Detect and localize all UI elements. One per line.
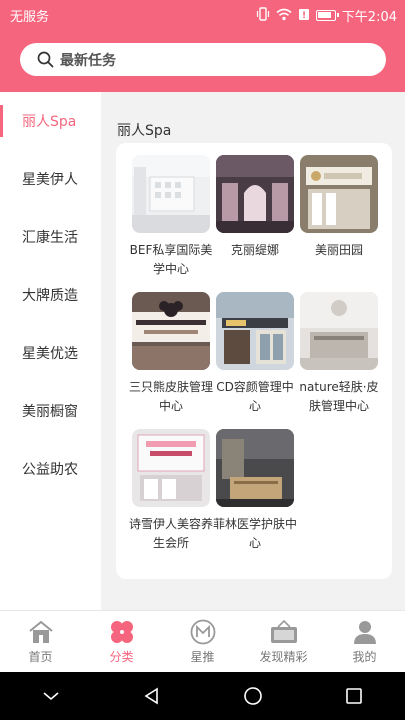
shop-name: 三只熊皮肤管理中心: [129, 380, 214, 413]
home-icon: [28, 620, 53, 643]
sidebar-item-xingmei-select[interactable]: 星美优选: [0, 324, 101, 382]
bottom-nav: 首页 分类 星推 发现精彩 我的: [0, 610, 405, 672]
sidebar-item-charity-farm[interactable]: 公益助农: [0, 440, 101, 498]
wifi-icon: [276, 8, 292, 24]
system-nav-bar: [0, 672, 405, 720]
search-placeholder: 最新任务: [60, 52, 116, 69]
shop-thumbnail: [132, 429, 210, 507]
shop-grid: BEF私享国际美学中心 克丽缇娜 美丽田园 三只熊皮肤管理中心 CD容颜管理中心…: [129, 155, 379, 553]
shop-thumbnail: [132, 292, 210, 370]
carrier-text: 无服务: [10, 10, 50, 25]
sidebar-item-label: 星美优选: [22, 346, 78, 362]
hide-keyboard-icon[interactable]: [41, 690, 61, 702]
sidebar-item-huikang-life[interactable]: 汇康生活: [0, 208, 101, 266]
category-sidebar: 丽人Spa 星美伊人 汇康生活 大牌质造 星美优选 美丽橱窗 公益助农: [0, 92, 101, 610]
nav-category[interactable]: 分类: [81, 611, 162, 672]
nav-label: 我的: [352, 650, 377, 664]
nav-home[interactable]: 首页: [0, 611, 81, 672]
vibrate-icon: [256, 7, 270, 24]
sidebar-item-xingmei-yiren[interactable]: 星美伊人: [0, 150, 101, 208]
shop-item[interactable]: 克丽缇娜: [213, 155, 297, 279]
search-icon: [37, 51, 54, 68]
shop-name: nature轻肤·皮肤管理中心: [299, 380, 379, 413]
shop-item[interactable]: BEF私享国际美学中心: [129, 155, 213, 279]
shop-item[interactable]: 三只熊皮肤管理中心: [129, 292, 213, 416]
shop-item[interactable]: 菲林医学护肤中心: [213, 429, 297, 553]
status-icons: ! 下午2:04: [256, 6, 397, 25]
category-content: 丽人Spa BEF私享国际美学中心 克丽缇娜 美丽田园 三只熊皮肤管理中心 CD…: [101, 92, 405, 610]
sidebar-item-liren-spa[interactable]: 丽人Spa: [0, 92, 101, 150]
sidebar-item-label: 大牌质造: [22, 288, 78, 304]
shop-name: BEF私享国际美学中心: [129, 243, 213, 276]
search-bar[interactable]: 最新任务: [20, 43, 386, 76]
shop-name: CD容颜管理中心: [216, 380, 294, 413]
discover-icon: [270, 619, 297, 643]
shop-thumbnail: [216, 429, 294, 507]
status-bar: 无服务 ! 下午2:04: [0, 0, 405, 28]
shop-name: 美丽田园: [314, 243, 363, 257]
shop-thumbnail: [216, 292, 294, 370]
sidebar-item-brand-quality[interactable]: 大牌质造: [0, 266, 101, 324]
category-title: 丽人Spa: [117, 123, 172, 139]
shop-name: 菲林医学护肤中心: [213, 517, 298, 550]
svg-text:!: !: [302, 11, 306, 21]
shop-name: 诗雪伊人美容养生会所: [129, 517, 214, 550]
shop-thumbnail: [300, 155, 378, 233]
nav-profile[interactable]: 我的: [324, 611, 405, 672]
shop-thumbnail: [300, 292, 378, 370]
nav-label: 首页: [28, 650, 53, 664]
back-icon[interactable]: [142, 686, 162, 706]
sidebar-item-beauty-window[interactable]: 美丽橱窗: [0, 382, 101, 440]
nav-label: 发现精彩: [259, 650, 308, 664]
nav-discover[interactable]: 发现精彩: [243, 611, 324, 672]
profile-icon: [353, 621, 376, 644]
sidebar-item-label: 美丽橱窗: [22, 404, 78, 420]
shop-card: BEF私享国际美学中心 克丽缇娜 美丽田园 三只熊皮肤管理中心 CD容颜管理中心…: [116, 143, 392, 579]
nav-label: 分类: [109, 650, 134, 664]
shop-name: 克丽缇娜: [230, 243, 279, 257]
shop-item[interactable]: nature轻肤·皮肤管理中心: [297, 292, 381, 416]
shop-item[interactable]: 美丽田园: [297, 155, 381, 279]
sidebar-item-label: 汇康生活: [22, 230, 78, 246]
shop-item[interactable]: CD容颜管理中心: [213, 292, 297, 416]
shop-thumbnail: [216, 155, 294, 233]
recents-icon[interactable]: [344, 686, 364, 706]
nav-star-recommend[interactable]: 星推: [162, 611, 243, 672]
app-header: 无服务 ! 下午2:04 最新任务: [0, 0, 405, 92]
sidebar-item-label: 星美伊人: [22, 172, 78, 188]
sidebar-item-label: 丽人Spa: [22, 114, 77, 130]
home-button-icon[interactable]: [243, 686, 263, 706]
shop-item[interactable]: 诗雪伊人美容养生会所: [129, 429, 213, 553]
shop-thumbnail: [132, 155, 210, 233]
battery-icon: [315, 10, 339, 21]
clock-text: 下午2:04: [341, 10, 397, 25]
sim-alert-icon: !: [298, 8, 310, 24]
star-recommend-icon: [190, 619, 215, 645]
category-icon: [110, 621, 133, 643]
sidebar-item-label: 公益助农: [22, 462, 78, 478]
nav-label: 星推: [190, 650, 215, 664]
